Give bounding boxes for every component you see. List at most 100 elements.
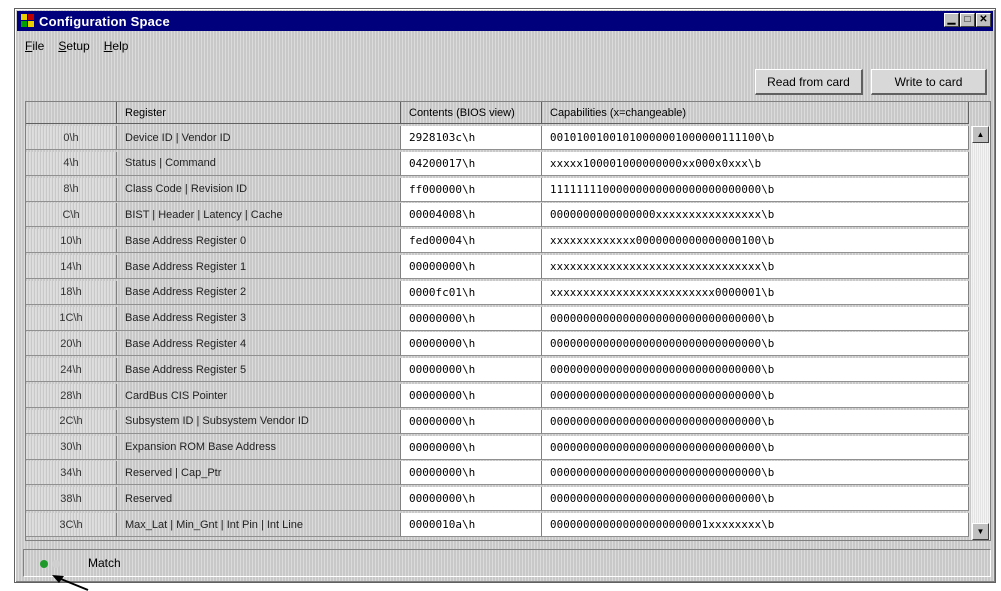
row-contents-value[interactable]: fed00004\h: [401, 229, 542, 254]
row-offset: 38\h: [26, 487, 117, 512]
row-capabilities-value[interactable]: xxxxxxxxxxxxx0000000000000000100\b: [542, 229, 969, 254]
header-offset: [26, 102, 117, 124]
row-capabilities-value[interactable]: 00000000000000000000000000000000\b: [542, 435, 969, 460]
table-row[interactable]: 0\h Device ID | Vendor ID 2928103c\h 001010…: [26, 126, 969, 151]
close-button[interactable]: ✕: [976, 13, 991, 27]
row-register-name: Base Address Register 1: [117, 255, 401, 279]
table-row[interactable]: 10\h Base Address Register 0 fed00004\h xxx…: [26, 229, 969, 254]
table-row[interactable]: 38\h Reserved 00000000\h 000000000000000000…: [26, 487, 969, 512]
row-offset: 34\h: [26, 461, 117, 486]
row-contents-value[interactable]: 00000000\h: [401, 306, 542, 331]
write-to-card-button[interactable]: Write to card: [871, 69, 987, 95]
window-controls: ▁ □ ✕: [943, 13, 991, 27]
row-offset: 4\h: [26, 151, 117, 176]
row-contents-value[interactable]: 00000000\h: [401, 409, 542, 434]
row-register-name: Base Address Register 2: [117, 280, 401, 305]
maximize-button[interactable]: □: [960, 13, 975, 27]
row-register-name: Status | Command: [117, 151, 401, 176]
row-capabilities-value[interactable]: 11111111000000000000000000000000\b: [542, 177, 969, 202]
match-led-off-icon: [52, 560, 60, 568]
minimize-button[interactable]: ▁: [944, 13, 959, 27]
row-offset: 8\h: [26, 177, 117, 202]
table-row[interactable]: 1C\h Base Address Register 3 00000000\h 000…: [26, 306, 969, 332]
row-capabilities-value[interactable]: 00000000000000000000000000000000\b: [542, 409, 969, 434]
row-register-name: CardBus CIS Pointer: [117, 384, 401, 408]
menu-setup[interactable]: Setup: [58, 39, 89, 53]
table-row[interactable]: 4\h Status | Command 04200017\h xxxxx100001…: [26, 151, 969, 177]
row-contents-value[interactable]: 00000000\h: [401, 384, 542, 408]
row-contents-value[interactable]: 00004008\h: [401, 203, 542, 228]
row-offset: 0\h: [26, 126, 117, 150]
row-offset: 24\h: [26, 358, 117, 383]
table-row[interactable]: C\h BIST | Header | Latency | Cache 000040…: [26, 203, 969, 228]
menu-bar: File Setup Help: [25, 39, 128, 53]
row-register-name: Subsystem ID | Subsystem Vendor ID: [117, 409, 401, 434]
row-capabilities-value[interactable]: xxxxx100001000000000xx000x0xxx\b: [542, 151, 969, 176]
row-offset: 18\h: [26, 280, 117, 305]
table-row[interactable]: 28\h CardBus CIS Pointer 00000000\h 0000000…: [26, 384, 969, 409]
header-capabilities: Capabilities (x=changeable): [542, 102, 969, 124]
row-contents-value[interactable]: 0000010a\h: [401, 513, 542, 537]
table-row[interactable]: 24\h Base Address Register 5 00000000\h 000…: [26, 358, 969, 383]
row-contents-value[interactable]: 00000000\h: [401, 358, 542, 383]
row-contents-value[interactable]: 00000000\h: [401, 332, 542, 357]
row-register-name: Reserved | Cap_Ptr: [117, 461, 401, 486]
table-row[interactable]: 18\h Base Address Register 2 0000fc01\h xxx…: [26, 280, 969, 306]
row-offset: 14\h: [26, 255, 117, 279]
status-text: Match: [88, 556, 121, 570]
table-row[interactable]: 2C\h Subsystem ID | Subsystem Vendor ID 00…: [26, 409, 969, 435]
configuration-space-window: Configuration Space ▁ □ ✕ File Setup Hel…: [14, 8, 996, 583]
table-row[interactable]: 3C\h Max_Lat | Min_Gnt | Int Pin | Int Li…: [26, 513, 969, 538]
match-led-green-icon: [40, 560, 48, 568]
window-title: Configuration Space: [39, 13, 170, 29]
table-row[interactable]: 34\h Reserved | Cap_Ptr 00000000\h 00000000…: [26, 461, 969, 486]
row-register-name: Base Address Register 3: [117, 306, 401, 331]
row-offset: 3C\h: [26, 513, 117, 537]
row-register-name: Reserved: [117, 487, 401, 512]
row-contents-value[interactable]: 00000000\h: [401, 435, 542, 460]
row-register-name: Class Code | Revision ID: [117, 177, 401, 202]
table-row[interactable]: 20\h Base Address Register 4 00000000\h 000…: [26, 332, 969, 357]
row-capabilities-value[interactable]: 00000000000000000000000000000000\b: [542, 461, 969, 486]
header-register: Register: [117, 102, 401, 124]
row-register-name: BIST | Header | Latency | Cache: [117, 203, 401, 228]
scroll-down-arrow-icon[interactable]: ▼: [972, 523, 989, 540]
read-from-card-button[interactable]: Read from card: [755, 69, 863, 95]
row-register-name: Device ID | Vendor ID: [117, 126, 401, 150]
row-register-name: Base Address Register 0: [117, 229, 401, 254]
row-capabilities-value[interactable]: 00000000000000000000000000000000\b: [542, 358, 969, 383]
row-register-name: Max_Lat | Min_Gnt | Int Pin | Int Line: [117, 513, 401, 537]
row-capabilities-value[interactable]: 00000000000000000000000000000000\b: [542, 384, 969, 408]
table-row[interactable]: 14\h Base Address Register 1 00000000\h xxx…: [26, 255, 969, 280]
row-contents-value[interactable]: 04200017\h: [401, 151, 542, 176]
row-register-name: Expansion ROM Base Address: [117, 435, 401, 460]
row-capabilities-value[interactable]: 00000000000000000000000000000000\b: [542, 306, 969, 331]
row-contents-value[interactable]: 0000fc01\h: [401, 280, 542, 305]
row-offset: 1C\h: [26, 306, 117, 331]
table-row[interactable]: 8\h Class Code | Revision ID ff000000\h 111…: [26, 177, 969, 203]
header-contents: Contents (BIOS view): [401, 102, 542, 124]
row-contents-value[interactable]: 2928103c\h: [401, 126, 542, 150]
row-offset: 30\h: [26, 435, 117, 460]
row-capabilities-value[interactable]: 00000000000000000000000000000000\b: [542, 487, 969, 512]
row-contents-value[interactable]: 00000000\h: [401, 461, 542, 486]
row-contents-value[interactable]: 00000000\h: [401, 255, 542, 279]
row-contents-value[interactable]: ff000000\h: [401, 177, 542, 202]
row-capabilities-value[interactable]: 00101001001010000001000000111100\b: [542, 126, 969, 150]
title-bar[interactable]: Configuration Space ▁ □ ✕: [17, 11, 993, 31]
menu-file[interactable]: File: [25, 39, 44, 53]
row-capabilities-value[interactable]: 000000000000000000000001xxxxxxxx\b: [542, 513, 969, 537]
row-capabilities-value[interactable]: 00000000000000000000000000000000\b: [542, 332, 969, 357]
row-register-name: Base Address Register 5: [117, 358, 401, 383]
row-offset: 10\h: [26, 229, 117, 254]
row-capabilities-value[interactable]: 0000000000000000xxxxxxxxxxxxxxxx\b: [542, 203, 969, 228]
row-offset: 2C\h: [26, 409, 117, 434]
row-contents-value[interactable]: 00000000\h: [401, 487, 542, 512]
row-capabilities-value[interactable]: xxxxxxxxxxxxxxxxxxxxxxxxx0000001\b: [542, 280, 969, 305]
table-row[interactable]: 30\h Expansion ROM Base Address 00000000\h…: [26, 435, 969, 461]
menu-help[interactable]: Help: [104, 39, 129, 53]
row-offset: C\h: [26, 203, 117, 228]
scroll-up-arrow-icon[interactable]: ▲: [972, 126, 989, 143]
row-capabilities-value[interactable]: xxxxxxxxxxxxxxxxxxxxxxxxxxxxxxxx\b: [542, 255, 969, 279]
vertical-scrollbar[interactable]: ▲ ▼: [971, 126, 990, 540]
